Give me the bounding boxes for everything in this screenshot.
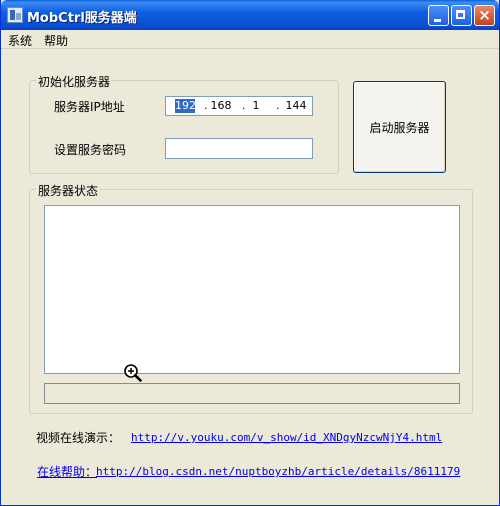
video-demo-link[interactable]: http://v.youku.com/v_show/id_XNDgyNzcwNj… <box>131 431 442 444</box>
app-window: MobCtrl服务器端 × 系统 帮助 初始化服务器 服务器IP地址 192 .… <box>0 0 500 506</box>
online-help-link[interactable]: http://blog.csdn.net/nuptboyzhb/article/… <box>96 465 460 478</box>
close-button[interactable]: × <box>474 5 495 26</box>
ip-dot: . <box>276 99 280 112</box>
window-title: MobCtrl服务器端 <box>27 11 137 26</box>
maximize-button[interactable] <box>451 5 472 26</box>
app-icon[interactable] <box>7 7 23 23</box>
video-demo-label: 视频在线演示： <box>36 431 121 445</box>
ip-octet-3[interactable]: 1 <box>251 99 261 113</box>
menu-help[interactable]: 帮助 <box>44 32 68 49</box>
password-label: 设置服务密码 <box>54 143 127 157</box>
title-bar[interactable]: MobCtrl服务器端 × <box>1 0 499 30</box>
ip-dot: . <box>204 99 208 112</box>
zoom-cursor-icon <box>124 364 142 382</box>
ip-octet-1[interactable]: 192 <box>175 99 196 113</box>
ip-dot: . <box>242 99 246 112</box>
ip-octet-2[interactable]: 168 <box>210 99 232 113</box>
menu-bar: 系统 帮助 <box>1 30 499 49</box>
start-server-button[interactable]: 启动服务器 <box>353 81 446 173</box>
status-progress-bar <box>44 383 460 404</box>
menu-system[interactable]: 系统 <box>8 32 32 49</box>
close-icon: × <box>478 6 491 24</box>
server-status-log[interactable] <box>44 205 460 374</box>
server-status-legend: 服务器状态 <box>36 182 101 199</box>
server-ip-label: 服务器IP地址 <box>54 100 125 114</box>
init-server-group: 初始化服务器 <box>29 73 339 174</box>
online-help-label[interactable]: 在线帮助： <box>37 463 97 480</box>
ip-octet-4[interactable]: 144 <box>284 99 308 113</box>
init-server-legend: 初始化服务器 <box>36 73 113 90</box>
password-input[interactable] <box>165 138 313 159</box>
server-ip-input[interactable]: 192 . 168 . 1 . 144 <box>165 96 313 116</box>
minimize-button[interactable] <box>428 5 449 26</box>
